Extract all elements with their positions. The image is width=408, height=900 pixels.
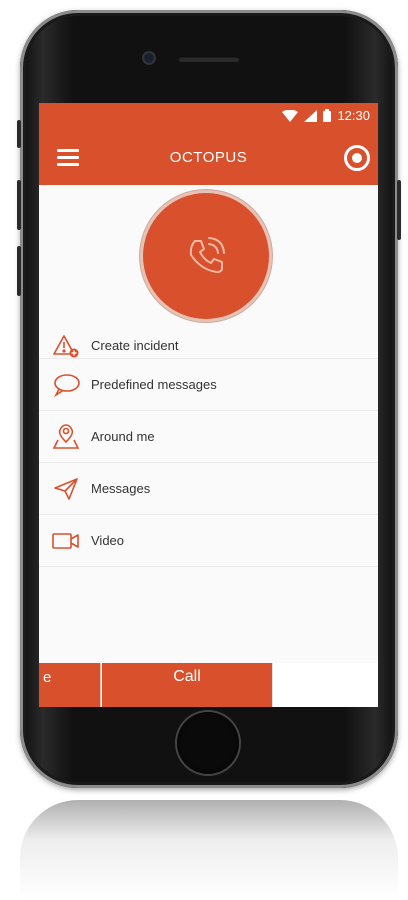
menu-label-predefined-messages: Predefined messages [91,377,217,392]
app-title: OCTOPUS [169,149,248,166]
menu-label-around-me: Around me [91,429,155,444]
bottom-right-panel [272,663,378,707]
wifi-icon [282,109,299,122]
menu-label-messages: Messages [91,481,151,496]
status-bar: 12:30 [39,103,378,129]
phone-ringing-icon [189,237,225,273]
chat-bubble-icon [54,373,80,397]
volume-up-button [17,180,21,230]
status-time: 12:30 [337,108,370,123]
menu-item-create-incident[interactable]: Create incident [39,333,378,359]
menu-label-video: Video [91,533,125,548]
phone-reflection [20,800,398,900]
warning-plus-icon [53,334,79,357]
menu-item-predefined-messages[interactable]: Predefined messages [39,359,378,411]
paper-plane-icon [54,477,78,500]
menu-label-create-incident: Create incident [91,338,179,353]
app-bar: OCTOPUS [39,129,378,185]
battery-icon [323,109,332,122]
video-camera-icon [52,532,79,549]
location-pin-icon [52,423,80,449]
earpiece-speaker [178,56,240,62]
volume-down-button [17,246,21,296]
target-icon[interactable] [344,145,370,171]
call-tab-button[interactable]: Call [102,663,272,707]
menu-item-around-me[interactable]: Around me [39,411,378,463]
app-screen: 12:30 OCTOPUS Create incident Predefined… [39,103,378,707]
front-camera [143,52,155,64]
power-button [397,180,401,240]
menu-item-messages[interactable]: Messages [39,463,378,515]
call-button[interactable] [143,193,269,319]
signal-icon [304,109,318,122]
bottom-action-bar: e Call [39,663,378,707]
bottom-left-button[interactable]: e [39,663,101,707]
home-button[interactable] [177,712,239,774]
action-menu: Create incident Predefined messages Arou… [39,333,378,567]
menu-item-video[interactable]: Video [39,515,378,567]
mute-switch [17,120,21,148]
